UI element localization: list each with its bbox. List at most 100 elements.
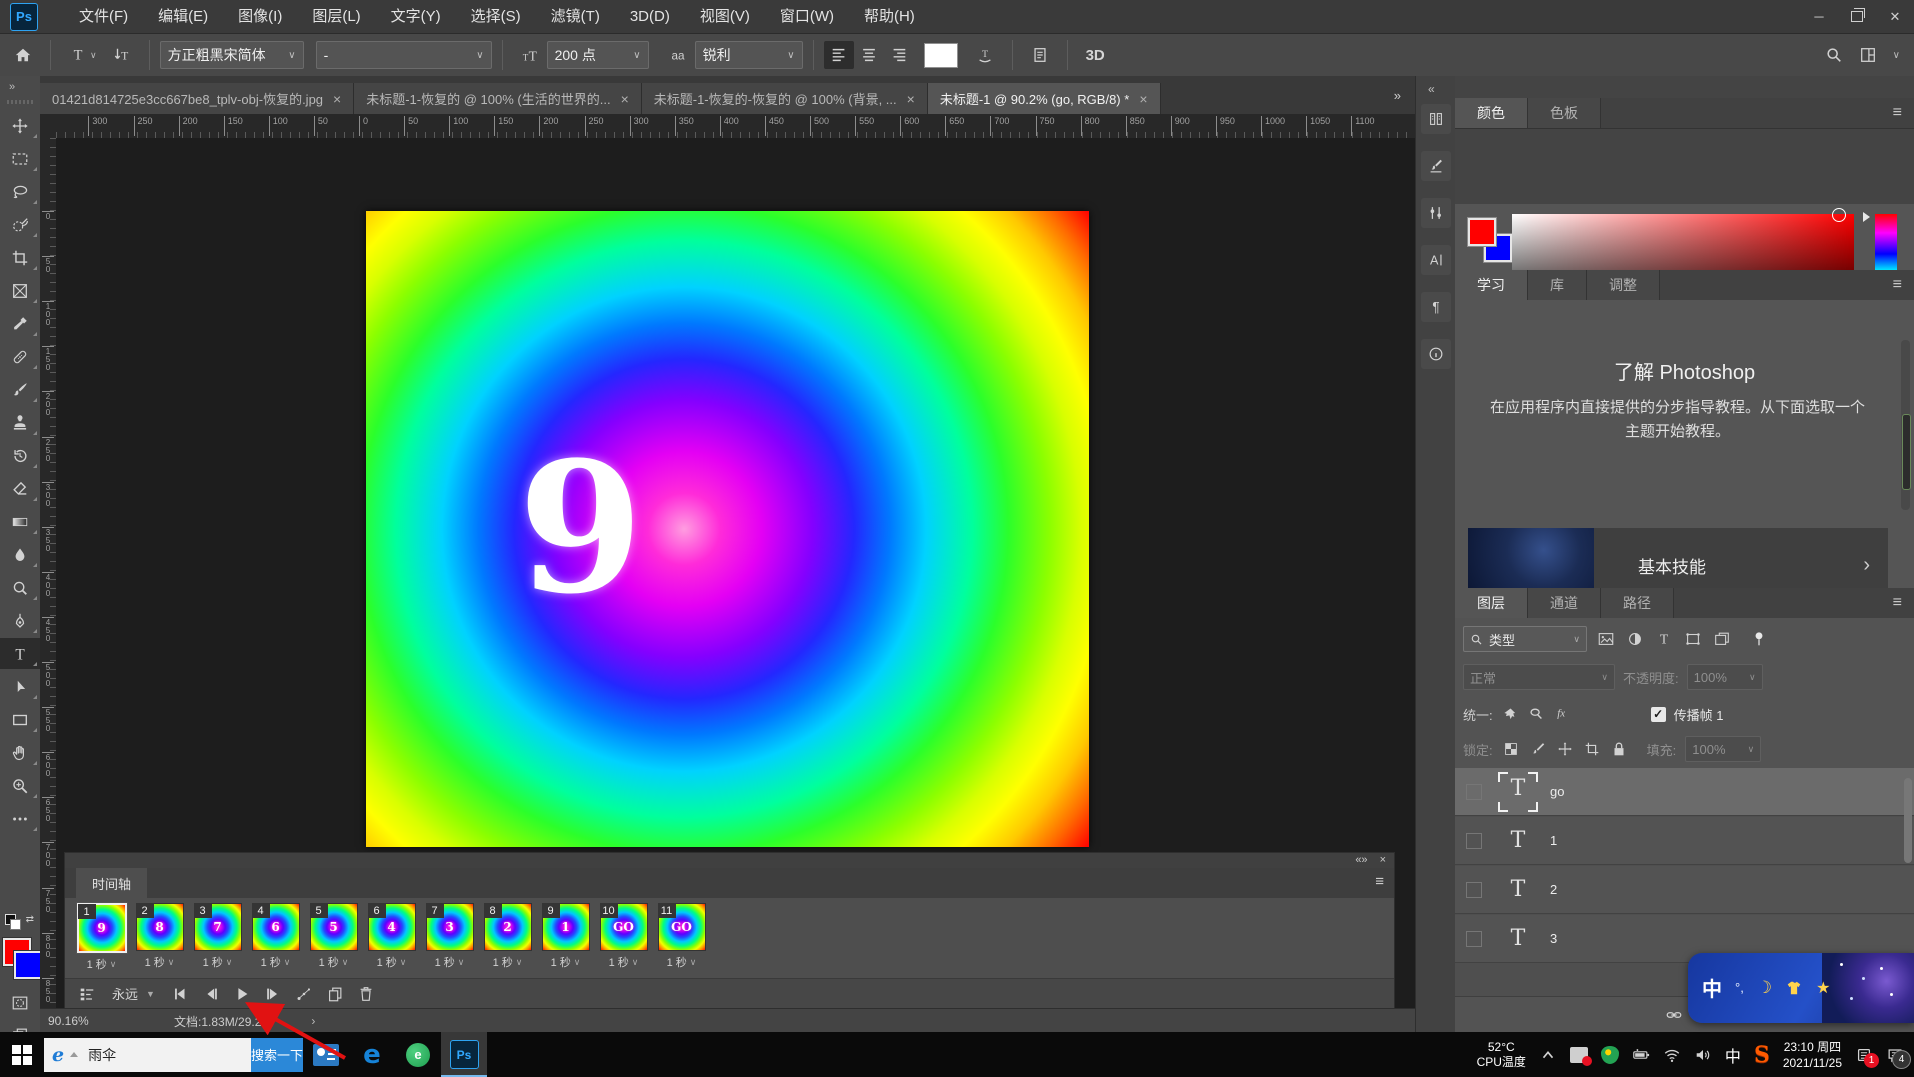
layer-visibility-checkbox[interactable] xyxy=(1466,882,1482,898)
properties-panel-icon[interactable] xyxy=(1421,198,1451,228)
filter-smart-objects-icon[interactable] xyxy=(1713,630,1731,648)
layer-name[interactable]: 1 xyxy=(1550,833,1557,848)
gradient-tool[interactable] xyxy=(0,506,40,537)
frame-thumbnail[interactable]: 6 4 xyxy=(368,903,416,951)
color-picker-marker[interactable] xyxy=(1832,208,1846,222)
character-panel-icon[interactable] xyxy=(1421,245,1451,275)
first-frame-button[interactable] xyxy=(169,983,191,1005)
foreground-color-swatch[interactable] xyxy=(1468,218,1496,246)
filter-type-layers-icon[interactable] xyxy=(1655,630,1673,648)
panel-tab[interactable]: 学习 xyxy=(1455,270,1528,300)
frame-duration-select[interactable]: 1 秒∨ xyxy=(319,954,349,970)
search-icon[interactable] xyxy=(1825,46,1843,64)
filter-shape-layers-icon[interactable] xyxy=(1684,630,1702,648)
sogou-ime-icon[interactable]: S xyxy=(1754,1042,1770,1068)
frame-duration-select[interactable]: 1 秒∨ xyxy=(667,954,697,970)
frame-thumbnail[interactable]: 1 9 xyxy=(77,903,127,953)
menu-item[interactable]: 3D(D) xyxy=(615,0,685,33)
layer-name[interactable]: go xyxy=(1550,784,1564,799)
timeline-frame[interactable]: 5 5 1 秒∨ xyxy=(308,903,359,978)
panel-tab[interactable]: 路径 xyxy=(1601,588,1674,618)
tab-close-icon[interactable]: × xyxy=(621,91,629,107)
text-orientation-button[interactable] xyxy=(113,46,131,64)
timeline-frame[interactable]: 1 9 1 秒∨ xyxy=(76,903,127,978)
filter-pixel-layers-icon[interactable] xyxy=(1597,630,1615,648)
convert-timeline-button[interactable] xyxy=(76,983,98,1005)
text-layer-thumbnail[interactable]: T xyxy=(1500,921,1536,957)
panel-tab[interactable]: 色板 xyxy=(1528,98,1601,128)
loop-select[interactable]: 永远▼ xyxy=(112,984,155,1003)
frame-tool[interactable] xyxy=(0,275,40,306)
panel-tab[interactable]: 调整 xyxy=(1587,270,1660,300)
timeline-menu-icon[interactable]: ≡ xyxy=(1375,873,1384,890)
frame-duration-select[interactable]: 1 秒∨ xyxy=(261,954,291,970)
status-options-icon[interactable]: › xyxy=(311,1014,315,1028)
frame-duration-select[interactable]: 1 秒∨ xyxy=(435,954,465,970)
fill-select[interactable]: 100%∨ xyxy=(1685,736,1761,762)
hand-tool[interactable] xyxy=(0,737,40,768)
scrollbar[interactable] xyxy=(1901,340,1910,510)
move-tool[interactable] xyxy=(0,110,40,141)
history-brush-tool[interactable] xyxy=(0,440,40,471)
duplicate-frame-button[interactable] xyxy=(324,983,346,1005)
edit-toolbar-button[interactable] xyxy=(0,803,40,834)
timeline-frame[interactable]: 8 2 1 秒∨ xyxy=(482,903,533,978)
wifi-icon[interactable] xyxy=(1663,1046,1681,1064)
frame-thumbnail[interactable]: 9 1 xyxy=(542,903,590,951)
layer-name[interactable]: 3 xyxy=(1550,931,1557,946)
close-button[interactable]: ✕ xyxy=(1876,0,1914,33)
lock-artboard-icon[interactable] xyxy=(1583,740,1601,758)
search-submit-button[interactable]: 搜索一下 xyxy=(251,1038,303,1072)
minimize-button[interactable]: ─ xyxy=(1800,0,1838,33)
document-canvas[interactable]: 9 xyxy=(366,211,1089,847)
panel-menu-icon[interactable]: ≡ xyxy=(1893,276,1902,294)
unify-position-icon[interactable] xyxy=(1501,705,1519,723)
notification-icon[interactable]: 1 xyxy=(1855,1046,1873,1064)
eyedropper-tool[interactable] xyxy=(0,308,40,339)
layer-name[interactable]: 2 xyxy=(1550,882,1557,897)
menu-item[interactable]: 帮助(H) xyxy=(849,0,930,33)
timeline-frame[interactable]: 4 6 1 秒∨ xyxy=(250,903,301,978)
taskbar-clock[interactable]: 23:10 周四 2021/11/25 xyxy=(1783,1039,1842,1071)
security-alert-icon[interactable] xyxy=(1570,1047,1588,1063)
panel-menu-icon[interactable]: ≡ xyxy=(1893,104,1902,122)
eraser-tool[interactable] xyxy=(0,473,40,504)
taskbar-app-edge[interactable]: e xyxy=(349,1032,395,1077)
tween-button[interactable] xyxy=(293,983,315,1005)
tab-overflow-icon[interactable]: » xyxy=(1394,88,1401,103)
menu-item[interactable]: 窗口(W) xyxy=(765,0,849,33)
play-button[interactable] xyxy=(231,983,253,1005)
text-layer-thumbnail[interactable]: T xyxy=(1500,774,1536,810)
crop-tool[interactable] xyxy=(0,242,40,273)
timeline-frame[interactable]: 2 8 1 秒∨ xyxy=(134,903,185,978)
taskbar-app-contacts[interactable] xyxy=(303,1032,349,1077)
workspace-switcher-icon[interactable] xyxy=(1859,46,1877,64)
horizontal-ruler[interactable]: 3002502001501005005010015020025030035040… xyxy=(56,114,1415,139)
frame-duration-select[interactable]: 1 秒∨ xyxy=(145,954,175,970)
timeline-tab[interactable]: 时间轴 xyxy=(76,868,147,898)
cpu-temperature-widget[interactable]: 52°C CPU温度 xyxy=(1477,1040,1526,1070)
timeline-frame[interactable]: 9 1 1 秒∨ xyxy=(540,903,591,978)
expand-panels-icon[interactable]: « xyxy=(1428,82,1435,96)
paragraph-panel-icon[interactable] xyxy=(1421,292,1451,322)
font-size-select[interactable]: 200 点∨ xyxy=(547,41,649,69)
healing-brush-tool[interactable] xyxy=(0,341,40,372)
scrollbar-thumb[interactable] xyxy=(1904,778,1912,863)
lock-pixels-icon[interactable] xyxy=(1529,740,1547,758)
frame-duration-select[interactable]: 1 秒∨ xyxy=(203,954,233,970)
object-selection-tool[interactable] xyxy=(0,209,40,240)
lock-transparency-icon[interactable] xyxy=(1502,740,1520,758)
home-button[interactable] xyxy=(14,46,32,64)
next-frame-button[interactable] xyxy=(262,983,284,1005)
document-tab[interactable]: 未标题-1-恢复的-恢复的 @ 100% (背景, ... × xyxy=(642,83,928,114)
frame-thumbnail[interactable]: 3 7 xyxy=(194,903,242,951)
timeline-frame[interactable]: 10 GO 1 秒∨ xyxy=(598,903,649,978)
lasso-tool[interactable] xyxy=(0,176,40,207)
tab-close-icon[interactable]: × xyxy=(907,91,915,107)
history-panel-icon[interactable] xyxy=(1421,104,1451,134)
font-style-select[interactable]: -∨ xyxy=(316,41,492,69)
align-center-button[interactable] xyxy=(854,41,884,69)
panel-tab[interactable]: 通道 xyxy=(1528,588,1601,618)
menu-item[interactable]: 文件(F) xyxy=(64,0,143,33)
panel-collapse-icon[interactable]: «» xyxy=(1355,854,1367,866)
